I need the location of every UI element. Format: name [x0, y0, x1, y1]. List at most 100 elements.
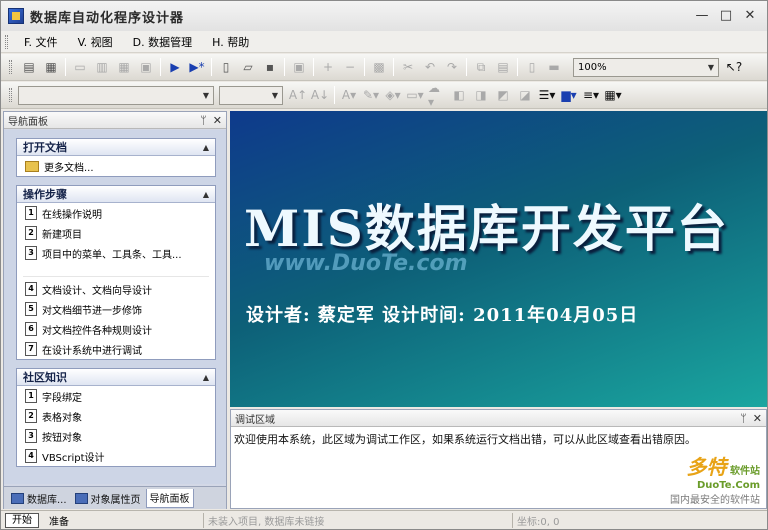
group-icon[interactable]: ◩: [494, 86, 512, 104]
list-item-label: 新建项目: [42, 229, 82, 241]
list-item-knowledge[interactable]: 1 字段绑定: [17, 386, 215, 406]
menubar-grip[interactable]: [5, 34, 8, 49]
new-document-icon[interactable]: ▯: [217, 58, 235, 76]
ungroup-icon[interactable]: ◪: [516, 86, 534, 104]
nav-panel-tabs: 数据库... 对象属性页 导航面板: [4, 486, 226, 509]
list-item-knowledge[interactable]: 3 按钮对象: [17, 426, 215, 446]
shadow-icon[interactable]: ☁▾: [428, 81, 446, 109]
grid-icon[interactable]: ▦: [115, 58, 133, 76]
pin-icon[interactable]: ᛘ: [740, 412, 747, 425]
redo-icon[interactable]: ↷: [443, 58, 461, 76]
open-project-icon[interactable]: ▦: [42, 58, 60, 76]
menu-help[interactable]: H. 帮助: [202, 34, 259, 50]
align-icon[interactable]: ≡▾: [582, 86, 600, 104]
cut-icon[interactable]: ✂: [399, 58, 417, 76]
menu-view[interactable]: V. 视图: [68, 34, 123, 50]
nav-panel-content[interactable]: 打开文档 ▲ 更多文档... 操作步骤 ▲ 1 在线操作说明 2 新建项目 3 …: [4, 130, 226, 484]
add-icon[interactable]: +: [319, 58, 337, 76]
list-item-label: VBScript设计: [42, 452, 105, 464]
group-operation-steps: 操作步骤 ▲ 1 在线操作说明 2 新建项目 3 项目中的菜单、工具条、工具..…: [16, 185, 216, 360]
remove-icon[interactable]: −: [341, 58, 359, 76]
increase-font-icon[interactable]: A↑: [289, 86, 307, 104]
open-folder-icon[interactable]: ▱: [239, 58, 257, 76]
list-item-step[interactable]: 5 对文档细节进一步修饰: [17, 299, 215, 319]
tab-navigation-panel[interactable]: 导航面板: [145, 488, 194, 508]
collapse-icon[interactable]: ▲: [203, 143, 209, 152]
run-icon[interactable]: ▶: [166, 58, 184, 76]
zoom-value: 100%: [578, 61, 607, 73]
table-style-icon[interactable]: ▦▾: [604, 86, 622, 104]
list-item-knowledge[interactable]: 4 VBScript设计: [17, 446, 215, 466]
menu-data-management[interactable]: D. 数据管理: [123, 34, 202, 50]
properties-icon[interactable]: ▣: [137, 58, 155, 76]
list-item-knowledge[interactable]: 2 表格对象: [17, 406, 215, 426]
copy-icon[interactable]: ⧉: [472, 58, 490, 76]
decrease-font-icon[interactable]: A↓: [311, 86, 329, 104]
list-item-label: 对文档细节进一步修饰: [42, 305, 142, 317]
bring-front-icon[interactable]: ◧: [450, 86, 468, 104]
status-project: 未装入项目, 数据库未链接: [208, 516, 325, 528]
toolbar-grip[interactable]: [9, 88, 12, 102]
list-item-step[interactable]: 7 在设计系统中进行调试: [17, 339, 215, 359]
print-icon[interactable]: ▬: [545, 58, 563, 76]
title-bar: 数据库自动化程序设计器 — □ ✕: [1, 1, 767, 31]
tab-label: 导航面板: [149, 494, 190, 505]
status-separator: [203, 512, 204, 528]
tab-object-properties[interactable]: 对象属性页: [72, 489, 144, 508]
menu-bar: F. 文件 V. 视图 D. 数据管理 H. 帮助: [1, 31, 767, 53]
tab-database[interactable]: 数据库...: [8, 489, 70, 508]
group-header-open-document[interactable]: 打开文档 ▲: [17, 139, 215, 156]
context-help-icon[interactable]: ↖?: [725, 58, 743, 76]
debug-panel-header: 调试区域 ᛘ ✕: [231, 410, 766, 427]
zoom-select[interactable]: 100% ▼: [573, 57, 719, 77]
menu-file[interactable]: F. 文件: [14, 34, 68, 50]
list-item-step[interactable]: 1 在线操作说明: [17, 203, 215, 223]
list-item-more-documents[interactable]: 更多文档...: [17, 156, 215, 176]
minimize-button[interactable]: —: [691, 7, 713, 25]
chevron-down-icon: ▼: [707, 62, 715, 72]
save-all-icon[interactable]: ▣: [290, 58, 308, 76]
group-open-document: 打开文档 ▲ 更多文档...: [16, 138, 216, 177]
collapse-icon[interactable]: ▲: [203, 373, 209, 382]
save-icon[interactable]: ▪: [261, 58, 279, 76]
line-color-icon[interactable]: ✎▾: [362, 86, 380, 104]
border-icon[interactable]: ▭▾: [406, 86, 424, 104]
group-title: 社区知识: [23, 371, 67, 384]
window-controls: — □ ✕: [691, 7, 761, 25]
status-bar: 开始 准备 未装入项目, 数据库未链接 坐标:0, 0: [1, 510, 767, 529]
form-icon[interactable]: ▭: [71, 58, 89, 76]
fill-color-icon[interactable]: ◈▾: [384, 86, 402, 104]
start-button[interactable]: 开始: [5, 512, 39, 528]
step-number-icon: 4: [25, 282, 37, 296]
font-color-icon[interactable]: A▾: [340, 86, 358, 104]
splash-banner: MIS数据库开发平台 www.DuoTe.com 设计者: 蔡定军 设计时间: …: [230, 111, 767, 407]
maximize-button[interactable]: □: [715, 7, 737, 25]
debug-panel-close-icon[interactable]: ✕: [753, 412, 762, 425]
undo-icon[interactable]: ↶: [421, 58, 439, 76]
nav-panel-close-icon[interactable]: ✕: [213, 114, 222, 127]
toolbar-grip[interactable]: [9, 60, 12, 74]
list-item-step[interactable]: 3 项目中的菜单、工具条、工具...: [17, 243, 215, 263]
table-icon[interactable]: ▥: [93, 58, 111, 76]
group-header-community[interactable]: 社区知识 ▲: [17, 369, 215, 386]
pin-icon[interactable]: ᛘ: [200, 114, 207, 127]
list-item-step[interactable]: 4 文档设计、文档向导设计: [17, 279, 215, 299]
group-header-operation-steps[interactable]: 操作步骤 ▲: [17, 186, 215, 203]
line-style-icon[interactable]: ☰▾: [538, 86, 556, 104]
send-back-icon[interactable]: ◨: [472, 86, 490, 104]
print-preview-icon[interactable]: ▯: [523, 58, 541, 76]
font-size-select[interactable]: ▼: [219, 85, 283, 105]
new-project-icon[interactable]: ▤: [20, 58, 38, 76]
close-button[interactable]: ✕: [739, 7, 761, 25]
font-name-select[interactable]: ▼: [18, 85, 214, 105]
list-item-step[interactable]: 2 新建项目: [17, 223, 215, 243]
debug-message[interactable]: 欢迎使用本系统，此区域为调试工作区，如果系统运行文档出错，可以从此区域查看出错原…: [231, 427, 766, 451]
run-debug-icon[interactable]: ▶*: [188, 58, 206, 76]
layout-icon[interactable]: ▩: [370, 58, 388, 76]
step-number-icon: 1: [25, 206, 37, 220]
standard-toolbar: ▤ ▦ ▭ ▥ ▦ ▣ ▶ ▶* ▯ ▱ ▪ ▣ + − ▩ ✂ ↶ ↷ ⧉ ▤…: [1, 54, 767, 81]
paste-icon[interactable]: ▤: [494, 58, 512, 76]
collapse-icon[interactable]: ▲: [203, 190, 209, 199]
list-item-step[interactable]: 6 对文档控件各种规则设计: [17, 319, 215, 339]
highlight-color-icon[interactable]: ▆▾: [560, 86, 578, 104]
